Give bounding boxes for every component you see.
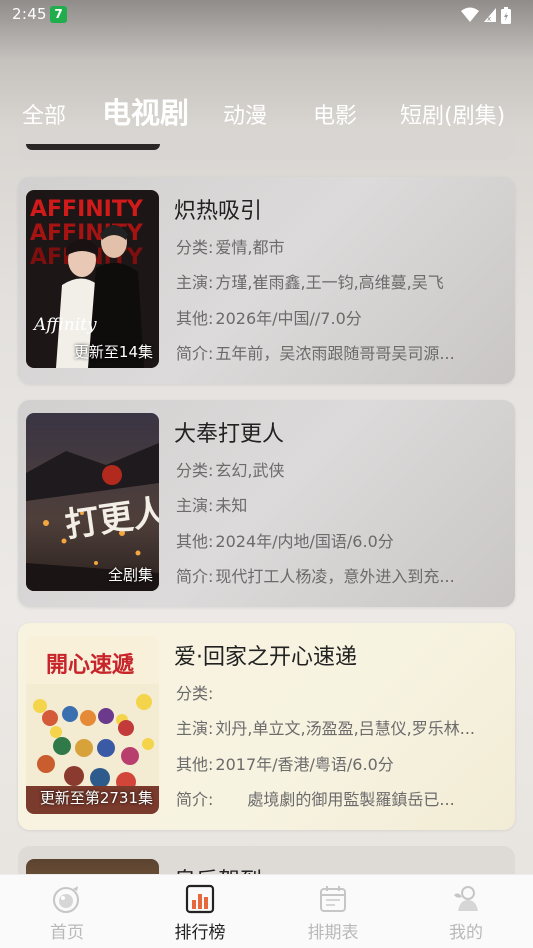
item-title[interactable]: 大奉打更人: [174, 416, 284, 448]
summary-row: 简介: 五年前，吴浓雨跟随哥哥吴司源...: [176, 344, 455, 363]
status-bar: 2:45 7 x: [0, 0, 533, 30]
nav-profile[interactable]: 我的: [426, 883, 506, 943]
summary-row: 简介: 處境劇的御用監製羅鎮岳已...: [176, 790, 455, 809]
app-notification-badge: 7: [50, 6, 67, 23]
list-item[interactable]: 打更人 全剧集 大奉打更人 分类: 玄幻,武侠 主演: 未知 其他: 2024年/内地…: [18, 400, 515, 607]
list-item-partial-top[interactable]: [18, 130, 515, 160]
info-row: 其他: 2026年/中国//7.0分: [176, 309, 362, 328]
episode-badge: 更新至第2731集: [39, 789, 153, 807]
genre-row: 分类:: [176, 684, 214, 703]
poster-image[interactable]: AFFINITY AFFINITY AFFINITY Affinity 更新至1…: [26, 190, 159, 368]
cast-row: 主演: 刘丹,单立文,汤盈盈,吕慧仪,罗乐林...: [176, 719, 476, 738]
drama-list[interactable]: AFFINITY AFFINITY AFFINITY Affinity 更新至1…: [0, 130, 533, 875]
ranking-icon: [185, 884, 215, 914]
genre-row: 分类: 爱情,都市: [176, 238, 285, 257]
cast-row: 主演: 未知: [176, 496, 248, 515]
list-item[interactable]: 開心速遞 更新至第2731集 爱·回家之开心速递 分类: 主演: 刘丹,单立文,…: [18, 623, 515, 830]
cast-row: 主演: 方瑾,崔雨鑫,王一钧,高维蔓,吴飞: [176, 273, 444, 292]
poster-image[interactable]: [26, 859, 159, 875]
svg-text:開心速遞: 開心速遞: [46, 652, 135, 678]
cellular-signal-icon: x: [484, 8, 496, 23]
schedule-icon: [320, 886, 346, 912]
list-item[interactable]: 皇后驾到: [18, 846, 515, 875]
info-row: 其他: 2024年/内地/国语/6.0分: [176, 532, 394, 551]
info-row: 其他: 2017年/香港/粤语/6.0分: [176, 755, 394, 774]
status-time: 2:45: [12, 5, 47, 23]
item-title[interactable]: 炽热吸引: [174, 193, 262, 225]
tab-movie[interactable]: 电影: [313, 98, 357, 130]
poster-image: [26, 144, 160, 150]
list-item[interactable]: AFFINITY AFFINITY AFFINITY Affinity 更新至1…: [18, 177, 515, 384]
svg-text:Affinity: Affinity: [32, 315, 97, 335]
item-title[interactable]: 爱·回家之开心速递: [174, 639, 357, 671]
genre-row: 分类: 玄幻,武侠: [176, 461, 285, 480]
svg-text:x: x: [487, 15, 491, 23]
svg-text:AFFINITY: AFFINITY: [30, 197, 144, 222]
nav-ranking[interactable]: 排行榜: [160, 883, 240, 943]
nav-home[interactable]: 首页: [27, 883, 107, 943]
profile-icon: [454, 886, 478, 911]
battery-icon: [501, 6, 511, 24]
summary-row: 简介: 现代打工人杨凌，意外进入到充...: [176, 567, 455, 586]
tab-all[interactable]: 全部: [22, 98, 66, 130]
status-icons: x: [461, 6, 511, 24]
wifi-icon: [461, 7, 479, 22]
episode-badge: 全剧集: [107, 566, 153, 584]
episode-badge: 更新至14集: [73, 343, 153, 361]
tab-tv-series[interactable]: 电视剧: [102, 90, 189, 132]
poster-image[interactable]: 打更人 全剧集: [26, 413, 159, 591]
poster-image[interactable]: 開心速遞 更新至第2731集: [26, 636, 159, 814]
bottom-navigation: 首页 排行榜 排期表 我的: [0, 874, 533, 948]
tab-anime[interactable]: 动漫: [223, 98, 267, 130]
home-icon: [53, 886, 79, 913]
nav-schedule[interactable]: 排期表: [293, 883, 373, 943]
tab-short-drama[interactable]: 短剧(剧集): [400, 98, 505, 130]
